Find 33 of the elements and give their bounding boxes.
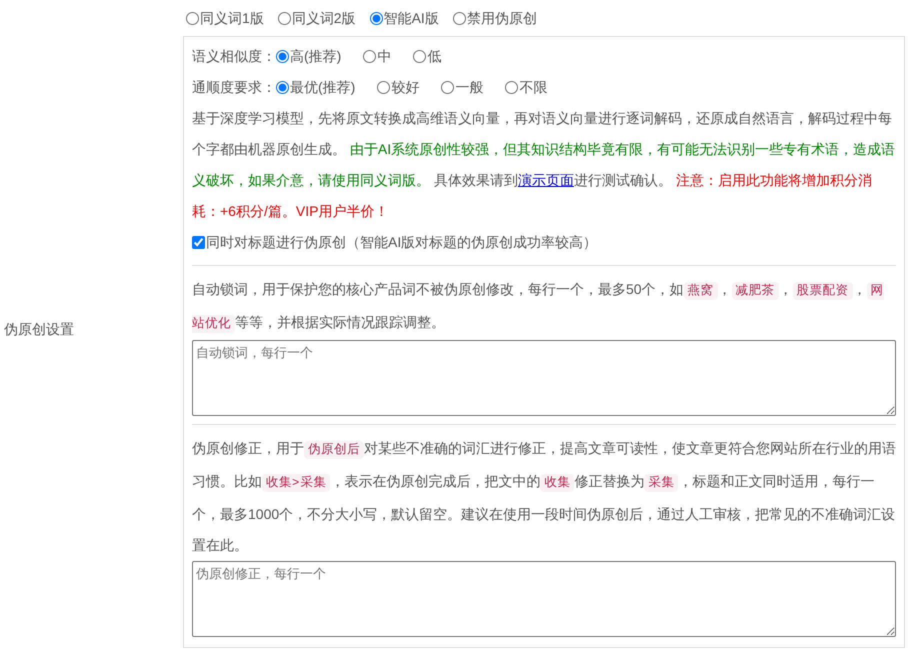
radio-button[interactable]: [278, 12, 291, 24]
radio-label[interactable]: 中: [377, 46, 392, 67]
radio-label[interactable]: 同义词2版: [292, 8, 356, 28]
radio-label[interactable]: 低: [427, 46, 442, 67]
radio-label[interactable]: 较好: [391, 77, 420, 98]
ai-description: 基于深度学习模型，先将原文转换成高维语义向量，再对语义向量进行逐词解码，还原成自然语言，解码过程中每个字都由机器原创生成。 由于AI系统原创性较强，但其知识结构毕竟有限，有可能无法识别一些专有术语，造成语义破坏，如果介意，请使用同义词版。 具体效果请到演示页面进行测试确认。 注意：启用此功能将增加积分消耗：+6积分/篇。VIP用户半价！: [192, 109, 896, 221]
lock-words-field[interactable]: 自动锁词，每行一个: [192, 340, 896, 416]
option-label: 通顺度要求：: [192, 78, 276, 97]
corrections-description: 伪原创修正，用于 伪原创后 对某些不准确的词汇进行修正，提高文章可读性，使文章更符合您网站所在行业的用语习惯。比如 收集>采集 ，表示在伪原创完成后，把文中的 收集 修正替换为 采集 ，标题和正文同时适用，每行一个，最多1000个，不分大小写，默认留空。建议在使用一段时间伪原创后，通过人工审核，把常见的不准确词汇设置在此。: [192, 439, 896, 555]
radio-button[interactable]: [186, 12, 199, 24]
radio-label[interactable]: 禁用伪原创: [466, 8, 537, 28]
checkbox[interactable]: [192, 236, 205, 248]
corrections-field[interactable]: 伪原创修正，每行一个: [192, 561, 896, 637]
radio-button[interactable]: [452, 12, 466, 24]
radio-label[interactable]: 智能AI版: [384, 8, 439, 28]
radio-button[interactable]: [377, 81, 390, 94]
lock-words-description: 自动锁词，用于保护您的核心产品词不被伪原创修改，每行一个，最多50个，如 燕窝 ， 减肥茶 ， 股票配资 ， 网站优化 等等，并根据实际情况跟踪调整。: [192, 280, 885, 335]
radio-button[interactable]: [276, 50, 289, 63]
radio-label[interactable]: 最优(推荐): [290, 77, 356, 98]
section-label: 伪原创设置: [3, 320, 74, 338]
radio-label[interactable]: 同义词1版: [200, 8, 264, 28]
radio-label[interactable]: 不限: [519, 77, 548, 98]
demo-page-link[interactable]: 演示页面: [518, 172, 574, 188]
radio-button[interactable]: [505, 81, 518, 94]
radio-button[interactable]: [413, 50, 426, 63]
checkbox-label[interactable]: 同时对标题进行伪原创（智能AI版对标题的伪原创成功率较高）: [206, 232, 598, 252]
radio-button[interactable]: [276, 81, 289, 94]
radio-button[interactable]: [441, 81, 454, 94]
radio-label[interactable]: 一般: [455, 77, 484, 98]
option-label: 语义相似度：: [192, 47, 276, 66]
radio-label[interactable]: 高(推荐): [290, 46, 342, 67]
radio-button[interactable]: [363, 50, 376, 63]
radio-button[interactable]: [370, 12, 383, 24]
